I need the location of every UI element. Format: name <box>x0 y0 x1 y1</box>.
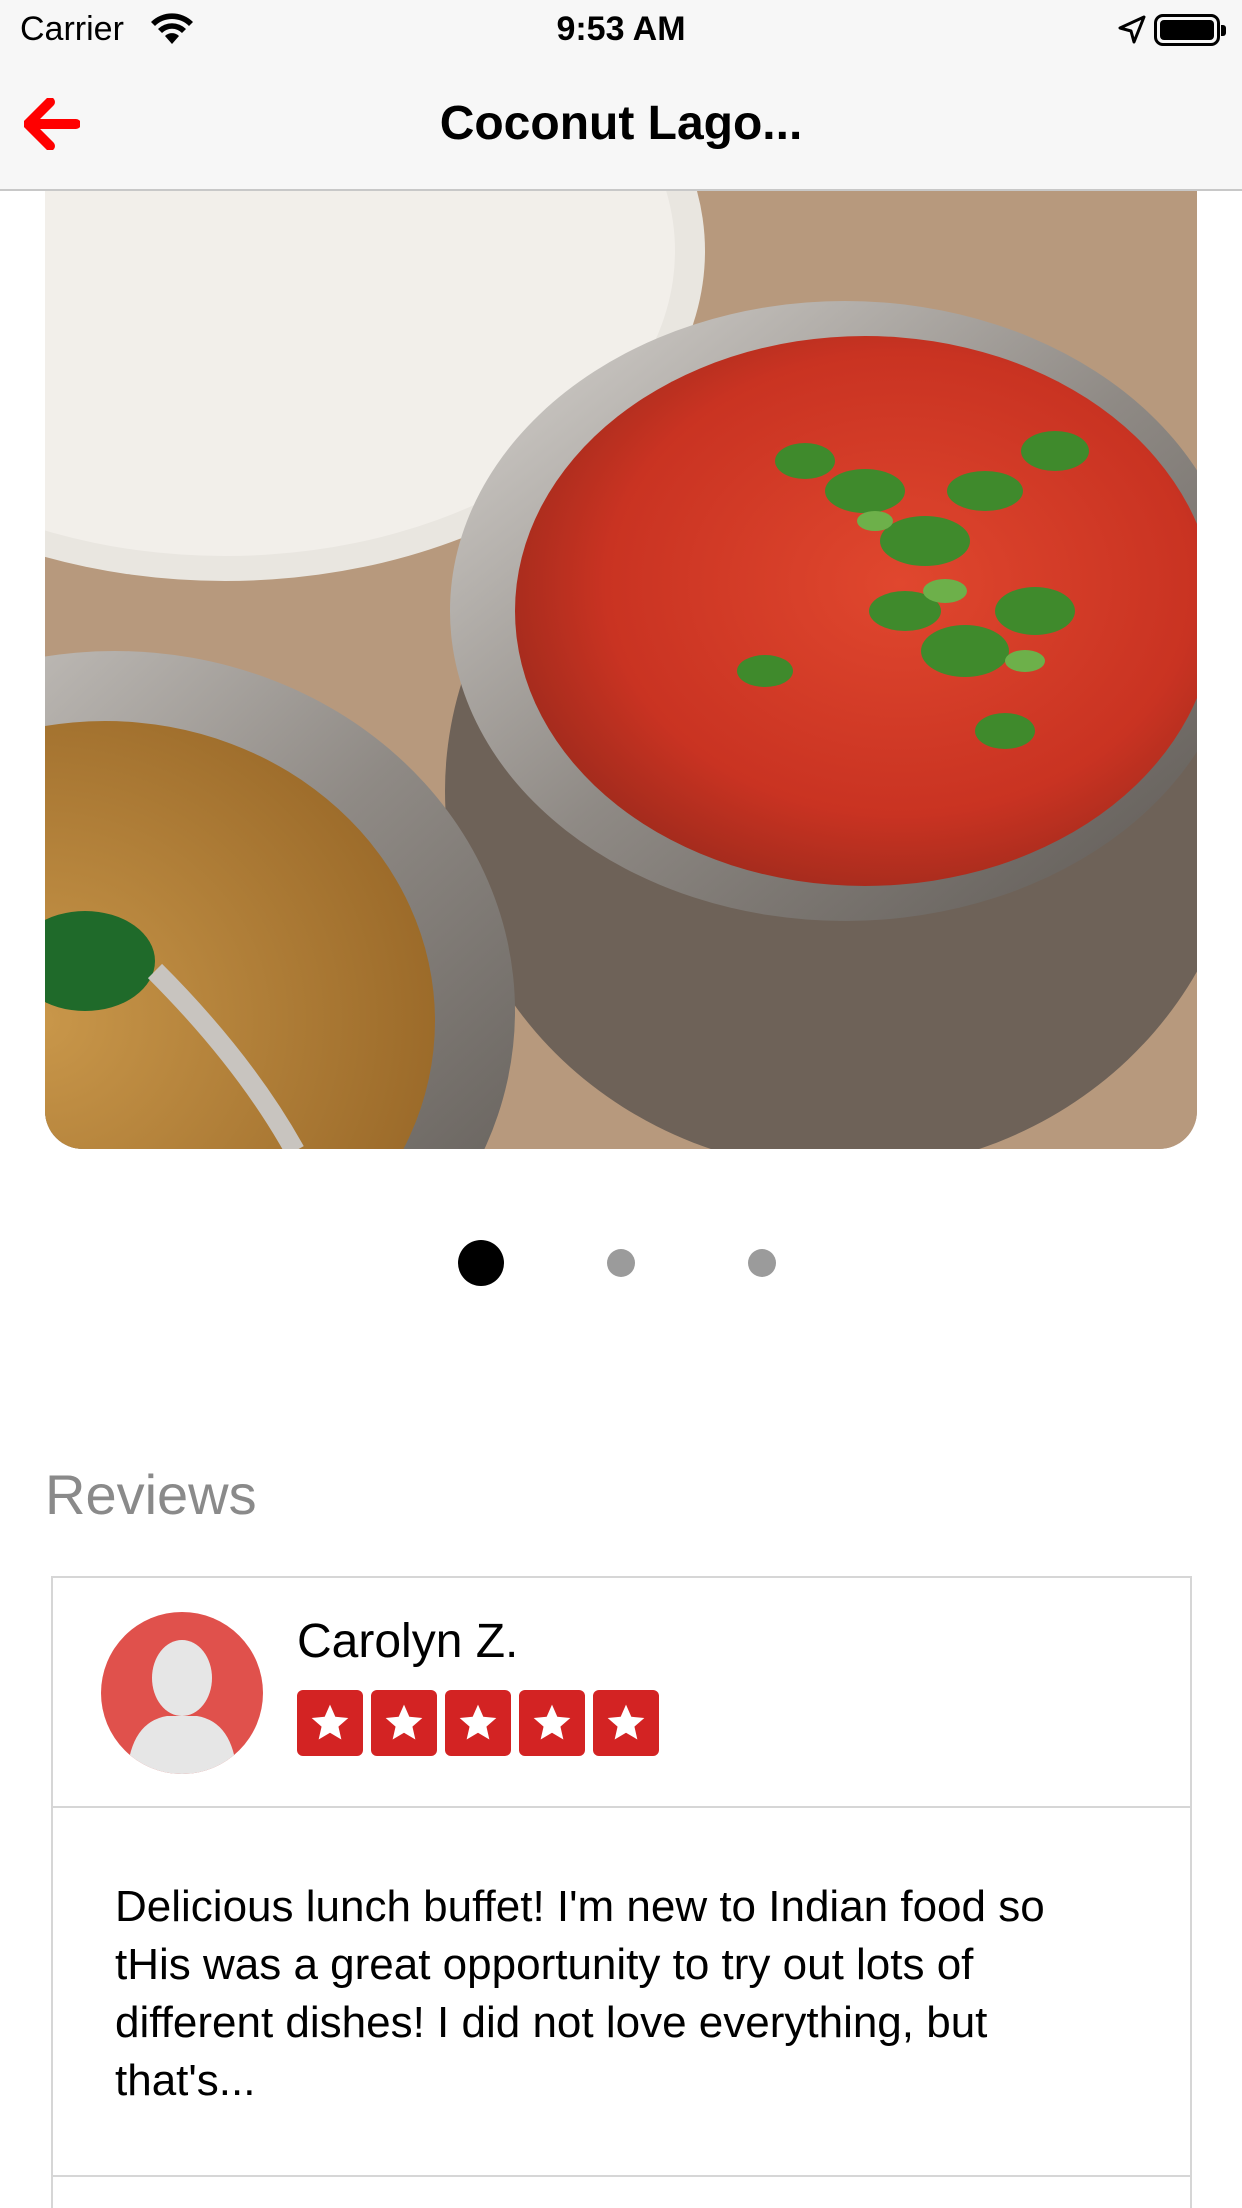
status-bar: Carrier 9:53 AM <box>0 0 1242 60</box>
navigation-bar: Coconut Lago... <box>0 60 1242 191</box>
status-time: 9:53 AM <box>556 10 686 48</box>
page-title: Coconut Lago... <box>439 97 803 150</box>
page-dot-1[interactable] <box>458 1240 504 1286</box>
review-header: Carolyn Z. <box>53 1578 1190 1808</box>
star-icon <box>445 1690 511 1756</box>
review-card[interactable]: Carolyn Z. Delicious lunch buffet! I'm n… <box>51 1576 1192 2208</box>
review-text: Delicious lunch buffet! I'm new to India… <box>115 1882 1045 2105</box>
avatar <box>101 1612 263 1774</box>
star-icon <box>371 1690 437 1756</box>
star-icon <box>593 1690 659 1756</box>
star-rating <box>297 1690 659 1756</box>
location-icon <box>1116 14 1148 51</box>
reviews-heading: Reviews <box>45 1463 257 1526</box>
reviewer-name: Carolyn Z. <box>297 1615 519 1668</box>
battery-icon <box>1154 14 1226 46</box>
page-dot-2[interactable] <box>607 1249 635 1277</box>
restaurant-photo[interactable] <box>45 191 1197 1149</box>
star-icon <box>519 1690 585 1756</box>
star-icon <box>297 1690 363 1756</box>
carousel-page-indicator[interactable] <box>0 1240 1242 1286</box>
review-divider <box>53 2175 1190 2177</box>
page-dot-3[interactable] <box>748 1249 776 1277</box>
